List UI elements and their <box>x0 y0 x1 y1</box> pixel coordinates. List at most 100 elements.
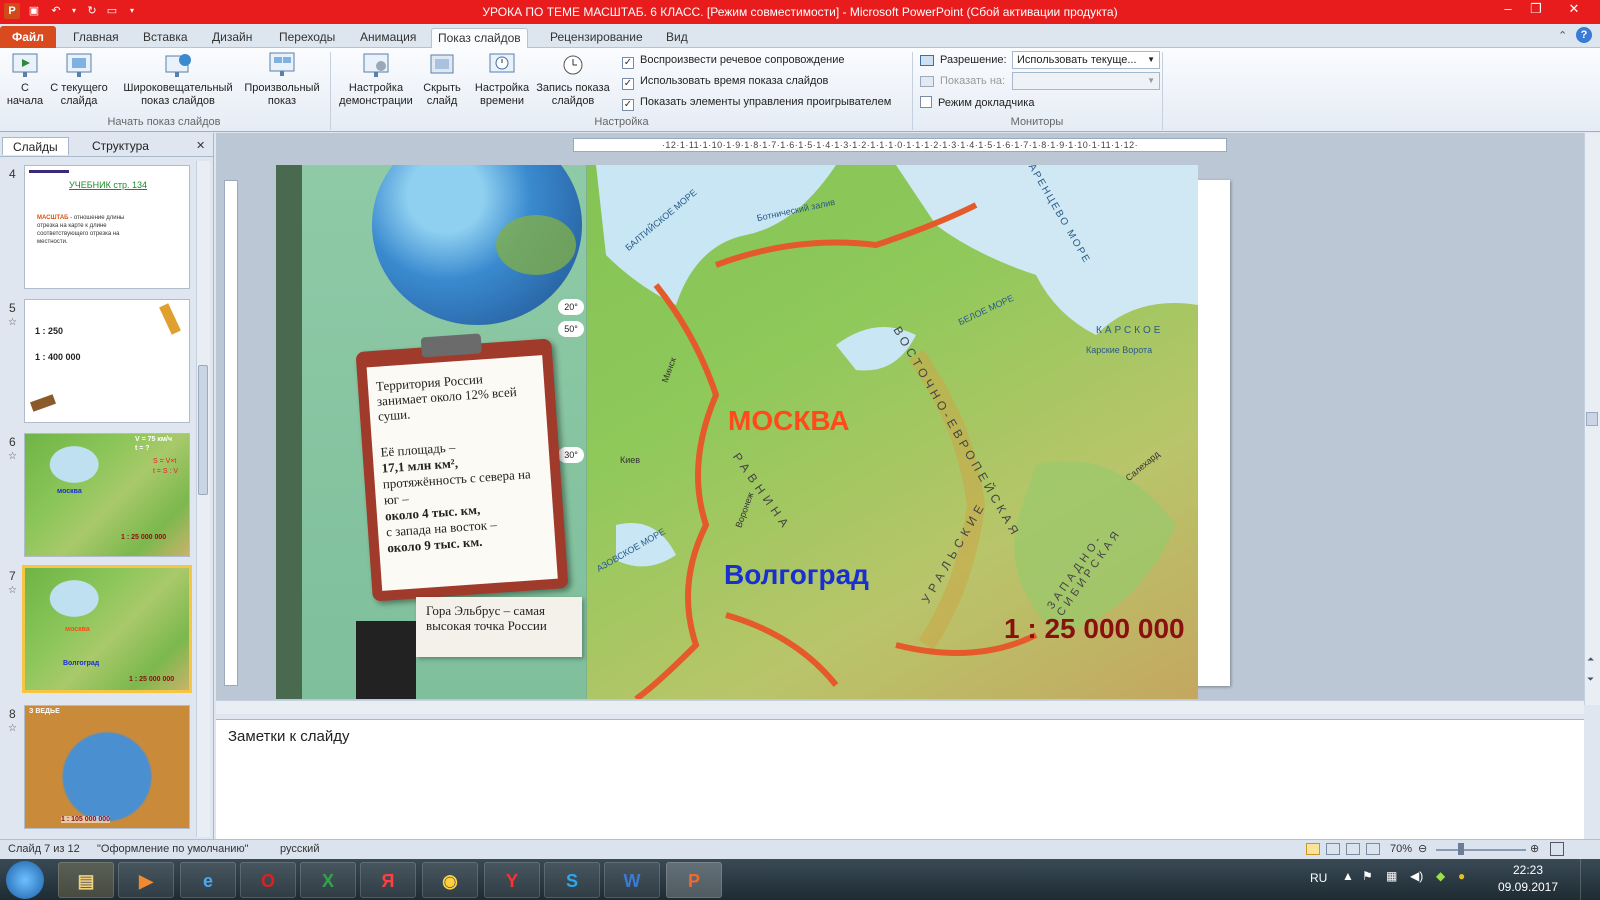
book-spine <box>276 165 302 699</box>
resolution-dropdown[interactable]: Использовать текуще... ▼ <box>1012 51 1160 69</box>
volgograd-label[interactable]: Волгоград <box>724 559 869 591</box>
from-current-button[interactable]: С текущего слайда <box>48 50 110 108</box>
setup-show-label: Настройка демонстрации <box>339 82 413 107</box>
close-button[interactable]: ✕ <box>1552 0 1596 20</box>
notes-placeholder[interactable]: Заметки к слайду <box>228 728 350 745</box>
clock-date[interactable]: 09.09.2017 <box>1484 880 1572 894</box>
rehearse-timings-icon <box>489 53 515 73</box>
play-from-current-icon <box>66 53 92 77</box>
slide-thumbnail-7[interactable]: москва Волгоград 1 : 25 000 000 <box>22 565 192 693</box>
latitude-marker: 30° <box>558 447 584 463</box>
tab-outline[interactable]: Структура <box>82 137 159 155</box>
thumb-line-2: t = ? <box>135 445 150 452</box>
tab-slideshow[interactable]: Показ слайдов <box>431 28 528 49</box>
explorer-icon[interactable]: ▤ <box>58 862 114 898</box>
slideshow-view-icon[interactable] <box>1366 843 1380 855</box>
theme-name[interactable]: "Оформление по умолчанию" <box>97 840 249 859</box>
tab-insert[interactable]: Вставка <box>137 28 194 48</box>
tab-design[interactable]: Дизайн <box>206 28 258 48</box>
slide-thumbnail-6[interactable]: V = 75 км/ч t = ? S = V×t t = S : V моск… <box>24 433 190 557</box>
start-button[interactable] <box>6 861 44 899</box>
moscow-label[interactable]: МОСКВА <box>728 405 849 437</box>
tray-app-icon[interactable]: ● <box>1458 869 1465 883</box>
powerpoint-icon[interactable]: P <box>666 862 722 898</box>
pane-scrollbar[interactable] <box>196 161 210 837</box>
tray-app-icon[interactable]: ◆ <box>1436 869 1445 883</box>
slide-thumbnail-8[interactable]: З ВЕДЬЕ 1 : 105 000 000 <box>24 705 190 829</box>
internet-explorer-icon[interactable]: e <box>180 862 236 898</box>
help-icon[interactable]: ? <box>1576 27 1592 43</box>
tab-slides[interactable]: Слайды <box>2 137 69 155</box>
close-pane-icon[interactable]: ✕ <box>196 139 205 152</box>
tab-review[interactable]: Рецензирование <box>544 28 649 48</box>
thumb-line-1: V = 75 км/ч <box>135 436 173 443</box>
editor-scroll-thumb[interactable] <box>1586 412 1598 426</box>
skype-icon[interactable]: S <box>544 862 600 898</box>
narration-checkbox[interactable]: ✓ Воспроизвести речевое сопровождение <box>622 54 845 69</box>
rehearse-timings-button[interactable]: Настройка времени <box>470 50 534 108</box>
show-desktop-button[interactable] <box>1580 859 1600 900</box>
action-center-icon[interactable]: ⚑ <box>1362 869 1373 883</box>
minimize-ribbon-icon[interactable]: ⌃ <box>1558 29 1567 42</box>
yandex-icon[interactable]: Я <box>360 862 416 898</box>
map-label: КАРСКОЕ <box>1096 325 1164 336</box>
hide-slide-button[interactable]: Скрыть слайд <box>420 50 464 108</box>
use-timings-checkbox[interactable]: ✓ Использовать время показа слайдов <box>622 75 828 90</box>
slide-thumbnail-5[interactable]: 1 : 250 1 : 400 000 <box>24 299 190 423</box>
media-controls-check-mark: ✓ <box>622 99 634 111</box>
custom-show-button[interactable]: Произвольный показ <box>240 50 324 108</box>
excel-icon[interactable]: X <box>300 862 356 898</box>
slide-sorter-icon[interactable] <box>1326 843 1340 855</box>
thumb-city-2: Волгоград <box>63 660 100 667</box>
media-controls-checkbox[interactable]: ✓ Показать элементы управления проигрыват… <box>622 96 891 111</box>
fit-to-window-icon[interactable] <box>1550 842 1564 856</box>
zoom-level[interactable]: 70% <box>1390 840 1412 859</box>
clipboard-text-2: Её площадь – 17,1 млн км², протяжённость… <box>380 433 547 556</box>
language-indicator[interactable]: русский <box>280 840 319 859</box>
slide-thumbnail-4[interactable]: УЧЕБНИК стр. 134 МАСШТАБ - отношение дли… <box>24 165 190 289</box>
thumb-line-1: 1 : 250 <box>35 326 64 336</box>
editor-horizontal-scrollbar[interactable] <box>216 700 1584 714</box>
show-hidden-icons-icon[interactable]: ▲ <box>1342 869 1354 883</box>
slides-pane: Слайды Структура ✕ 4 УЧЕБНИК стр. 134 МА… <box>0 133 214 839</box>
record-slideshow-button[interactable]: Запись показа слайдов <box>536 50 610 108</box>
previous-slide-icon[interactable]: ⏶ <box>1587 654 1594 665</box>
media-player-icon[interactable]: ▶ <box>118 862 174 898</box>
yandex-browser-icon[interactable]: Y <box>484 862 540 898</box>
reading-view-icon[interactable] <box>1346 843 1360 855</box>
zoom-slider-handle[interactable] <box>1458 843 1464 855</box>
network-icon[interactable]: ▦ <box>1386 869 1397 883</box>
tab-home[interactable]: Главная <box>67 28 125 48</box>
setup-show-button[interactable]: Настройка демонстрации <box>334 50 418 108</box>
pane-scroll-thumb[interactable] <box>198 365 208 495</box>
next-slide-icon[interactable]: ⏷ <box>1587 674 1594 685</box>
monitor-icon <box>920 76 934 87</box>
show-on-dropdown[interactable]: ▼ <box>1012 72 1160 90</box>
zoom-in-icon[interactable]: ⊕ <box>1530 840 1539 859</box>
keyboard-language[interactable]: RU <box>1310 871 1327 885</box>
word-icon[interactable]: W <box>604 862 660 898</box>
notes-pane[interactable]: Заметки к слайду <box>216 719 1584 839</box>
zoom-out-icon[interactable]: ⊖ <box>1418 840 1427 859</box>
tab-transitions[interactable]: Переходы <box>273 28 341 48</box>
tab-view[interactable]: Вид <box>660 28 694 48</box>
zoom-slider[interactable] <box>1436 849 1526 851</box>
volume-icon[interactable]: ◀) <box>1410 869 1423 883</box>
resolution-icon <box>920 55 934 66</box>
pencil-icon <box>30 394 56 412</box>
slide-canvas[interactable]: 20° 50° 30° Территория России занимает о… <box>276 165 1198 699</box>
chrome-icon[interactable]: ◉ <box>422 862 478 898</box>
clock-time[interactable]: 22:23 <box>1498 863 1558 877</box>
minimize-button[interactable]: – <box>1494 0 1522 20</box>
broadcast-button[interactable]: Широковещательный показ слайдов <box>118 50 238 108</box>
opera-icon[interactable]: O <box>240 862 296 898</box>
scale-label[interactable]: 1 : 25 000 000 <box>1004 613 1185 645</box>
presenter-view-checkbox[interactable]: Режим докладчика <box>920 96 1034 109</box>
restore-button[interactable]: ❐ <box>1522 0 1550 20</box>
from-start-button[interactable]: С начала <box>4 50 46 108</box>
play-from-start-icon <box>12 53 38 77</box>
slide-number: 7 <box>9 569 16 583</box>
tab-animations[interactable]: Анимация <box>354 28 422 48</box>
normal-view-icon[interactable] <box>1306 843 1320 855</box>
tab-file[interactable]: Файл <box>0 26 56 48</box>
